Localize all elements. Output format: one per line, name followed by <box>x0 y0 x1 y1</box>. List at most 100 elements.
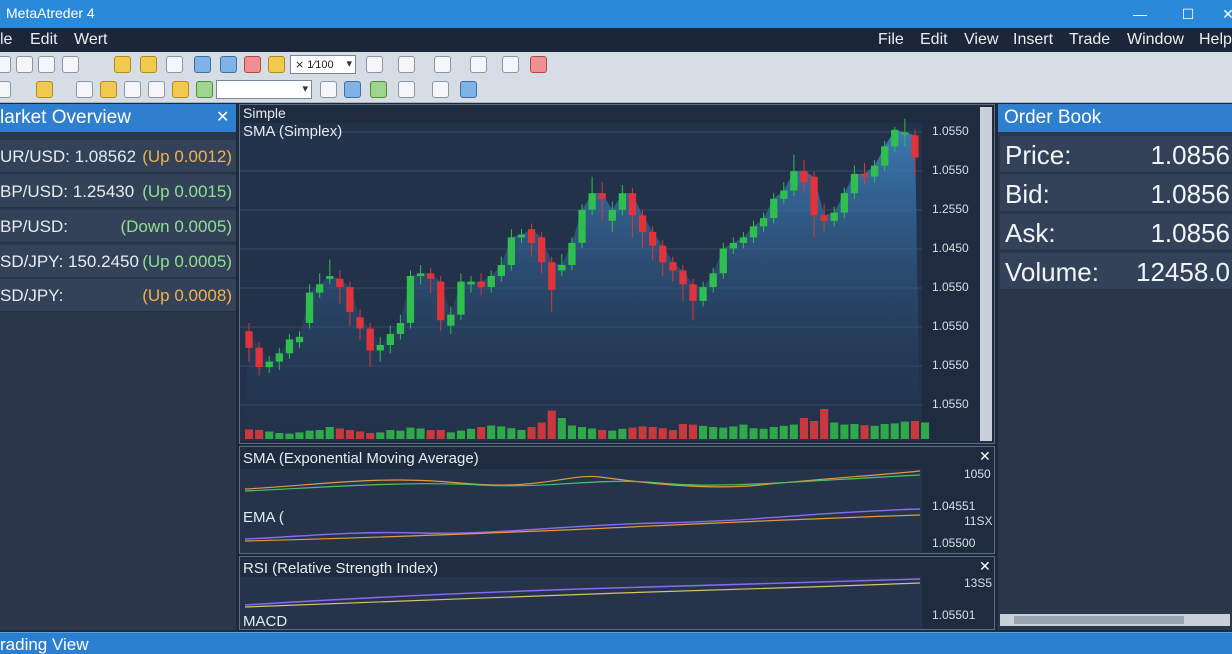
rsi-close-icon[interactable]: ✕ <box>979 558 991 575</box>
volume-bar <box>285 433 294 439</box>
candle-body <box>477 281 485 288</box>
main-chart-window[interactable]: Simple SMA (Simplex) ✕ 1.0550 1.0550 1.2… <box>239 104 995 444</box>
volume-bar <box>921 422 930 439</box>
scrollbar-thumb[interactable] <box>1014 616 1184 624</box>
folder-icon[interactable] <box>36 81 53 98</box>
candle-body <box>689 284 697 301</box>
ema-axis-label: 11SX <box>964 514 993 528</box>
timeframe-select[interactable]: ⨯ 1⁄100 <box>290 55 356 74</box>
print-icon[interactable] <box>76 81 93 98</box>
volume-value: 12458.0 <box>1136 257 1230 287</box>
maximize-button[interactable]: ☐ <box>1166 0 1210 28</box>
window-icon[interactable] <box>38 56 55 73</box>
arrow-icon[interactable] <box>0 81 11 98</box>
menu-help[interactable]: Help <box>1199 31 1232 49</box>
volume-bar <box>527 427 536 439</box>
new-window-icon[interactable] <box>16 56 33 73</box>
volume-bar <box>547 410 556 439</box>
candle-body <box>507 237 515 265</box>
volume-bar <box>345 430 354 439</box>
profiles-icon[interactable] <box>62 56 79 73</box>
link-icon[interactable] <box>148 81 165 98</box>
save-icon[interactable] <box>100 81 117 98</box>
indicators-icon[interactable] <box>398 56 415 73</box>
template-icon[interactable] <box>502 56 519 73</box>
close-chart-icon[interactable] <box>530 56 547 73</box>
new-chart-icon[interactable] <box>0 56 11 73</box>
objects-icon[interactable] <box>220 56 237 73</box>
chart-icon[interactable] <box>344 81 361 98</box>
menu-edit-left[interactable]: Edit <box>30 31 58 49</box>
volume-bar <box>749 428 758 439</box>
minimize-button[interactable]: — <box>1118 0 1162 28</box>
expert-icon[interactable] <box>268 56 285 73</box>
market-change: (Up 0.0012) <box>142 147 232 166</box>
volume-bar <box>870 425 879 439</box>
market-overview-close-icon[interactable]: ✕ <box>216 107 229 127</box>
price-value: 1.0856 <box>1150 140 1230 170</box>
order-book-row: Price: 1.0856 <box>1000 136 1232 173</box>
menu-view[interactable]: View <box>964 31 998 49</box>
volume-bar <box>810 421 819 439</box>
candle-body <box>608 209 616 221</box>
grid-icon[interactable] <box>370 81 387 98</box>
market-change: (Up 0.0015) <box>142 182 232 201</box>
candle-body <box>336 278 344 288</box>
draw-icon[interactable] <box>398 81 415 98</box>
candlestick-chart[interactable] <box>240 105 994 443</box>
volume-bar <box>477 427 486 439</box>
candle-body <box>891 129 899 147</box>
candle-body <box>628 193 637 216</box>
menu-file-left[interactable]: le <box>0 31 12 49</box>
tools-icon[interactable] <box>470 56 487 73</box>
symbol-select[interactable] <box>216 80 312 99</box>
navigator-icon[interactable] <box>140 56 157 73</box>
candle-body <box>911 135 919 158</box>
market-row[interactable]: UR/USD: 1.08562 (Up 0.0012) <box>0 140 236 173</box>
market-symbol: BP/USD: 1.25430 <box>0 182 135 201</box>
menu-trade[interactable]: Trade <box>1069 31 1110 49</box>
rsi-axis-label: 13S5 <box>964 576 993 590</box>
order-book-scrollbar[interactable] <box>1000 614 1230 626</box>
volume-bar <box>456 430 465 439</box>
candle-body <box>850 173 859 194</box>
volume-bar <box>628 427 637 439</box>
candle-body <box>527 229 536 243</box>
market-row[interactable]: SD/JPY: 150.2450 (Up 0.0005) <box>0 245 236 278</box>
pencil-icon[interactable] <box>434 56 451 73</box>
chart-type-icon[interactable] <box>366 56 383 73</box>
ema-chart-window[interactable]: SMA (Exponential Moving Average) EMA ( ✕… <box>239 446 995 554</box>
funnel-icon[interactable] <box>114 56 131 73</box>
layers-icon[interactable] <box>432 81 449 98</box>
volume-bar <box>729 426 738 439</box>
refresh-icon[interactable] <box>320 81 337 98</box>
volume-bar <box>830 422 839 439</box>
menu-insert[interactable]: Insert <box>1013 31 1053 49</box>
zoom-icon[interactable] <box>166 56 183 73</box>
volume-bar <box>295 432 304 439</box>
connect-icon[interactable] <box>196 81 213 98</box>
bookmark-icon[interactable] <box>172 81 189 98</box>
market-row[interactable]: SD/JPY: (Up 0.0008) <box>0 279 236 312</box>
volume-bar <box>356 431 365 439</box>
volume-bar <box>416 428 425 439</box>
ema-title: SMA (Exponential Moving Average) <box>243 450 479 467</box>
menu-edit[interactable]: Edit <box>920 31 948 49</box>
volume-bar <box>507 428 516 439</box>
market-row[interactable]: BP/USD: 1.25430 (Up 0.0015) <box>0 175 236 208</box>
ema-close-icon[interactable]: ✕ <box>979 448 991 465</box>
menu-wert[interactable]: Wert <box>74 31 107 49</box>
market-row[interactable]: BP/USD: (Down 0.0005) <box>0 210 236 243</box>
close-window-button[interactable]: ✕ <box>1206 0 1232 28</box>
candle-body <box>517 234 526 238</box>
copy-icon[interactable] <box>124 81 141 98</box>
rsi-axis-label: 1.05501 <box>932 608 976 622</box>
alert-icon[interactable] <box>244 56 261 73</box>
rsi-chart-window[interactable]: RSI (Relative Strength Index) MACD ✕ 13S… <box>239 556 995 630</box>
menu-window[interactable]: Window <box>1127 31 1184 49</box>
toolbar-standard: ⨯ 1⁄100 <box>0 52 1232 78</box>
document-icon[interactable] <box>194 56 211 73</box>
main-chart-scrollbar[interactable] <box>980 107 992 441</box>
export-icon[interactable] <box>460 81 477 98</box>
menu-file[interactable]: File <box>878 31 904 49</box>
